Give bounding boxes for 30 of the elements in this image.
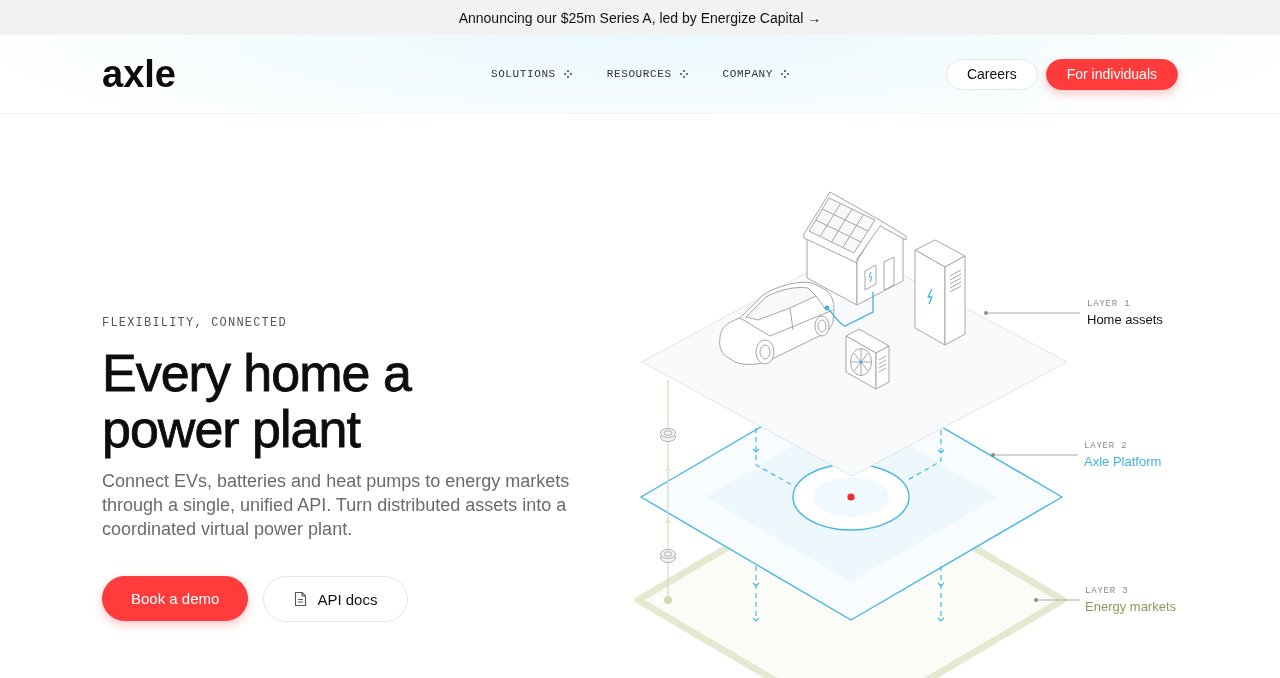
layer-name: Home assets (1087, 312, 1163, 328)
document-icon (294, 591, 308, 607)
dots-icon (679, 70, 688, 78)
coin-icon (660, 549, 676, 563)
coin-icon (660, 428, 676, 442)
dashed-arrow (937, 565, 945, 622)
charging-cable (824, 291, 874, 327)
layer-name: Energy markets (1085, 599, 1177, 615)
dots-icon (781, 70, 789, 78)
announcement-link[interactable]: Announcing our $25m Series A, led by Energize Capital → (458, 9, 822, 26)
hero-heading: Every home a power plant (102, 345, 413, 457)
dots-icon (563, 70, 572, 78)
hero-description: Connect EVs, batteries and heat pumps to energy markets through a single, unified API. Turn distributed assets into a coordinated virtual power plant. (102, 470, 571, 541)
heat-pump-drawing (845, 328, 890, 390)
layer-name: Axle Platform (1084, 454, 1162, 470)
demo-button[interactable]: Book a demo (102, 576, 249, 621)
nav-button[interactable]: Careers (945, 58, 1038, 90)
logo[interactable]: axle (102, 55, 176, 93)
nav-menu-item[interactable]: RESOURCES (606, 68, 688, 80)
layer-tag: LAYER 2 (1084, 440, 1162, 452)
nav-menu-item[interactable]: SOLUTIONS (490, 68, 572, 80)
eyebrow-text: FLEXIBILITY, CONNECTED (102, 315, 288, 331)
layer-tag: LAYER 3 (1085, 585, 1177, 597)
docs-button[interactable]: API docs (263, 576, 409, 622)
nav-menu-item[interactable]: COMPANY (722, 68, 789, 80)
nav-button[interactable]: For individuals (1045, 58, 1178, 90)
hub-dot-icon (847, 493, 855, 501)
leader-line (1034, 598, 1081, 602)
dashed-arrow (752, 565, 760, 622)
layer-tag: LAYER 1 (1087, 298, 1163, 310)
